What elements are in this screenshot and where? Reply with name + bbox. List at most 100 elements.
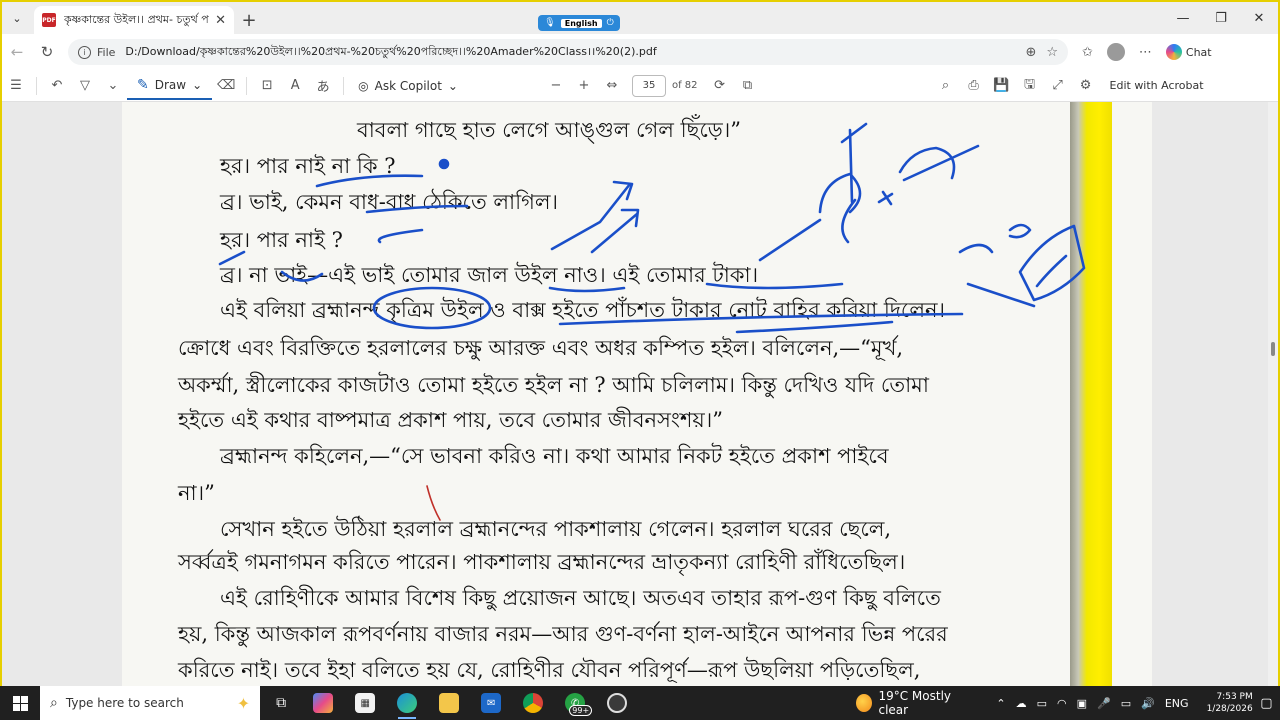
highlight-chevron-icon[interactable]: ⌄ [99,72,127,100]
windows-logo-icon [12,695,28,711]
pdf-page[interactable]: বাবলা গাছে হাত লেগে আঙ্গুল গেল ছিঁড়ে।” … [122,102,1152,688]
taskbar-search[interactable]: ⌕ Type here to search ✦ [40,686,261,720]
ink-stroke [902,144,980,182]
wifi-icon[interactable]: ◠ [1057,697,1067,710]
edit-with-acrobat-button[interactable]: Edit with Acrobat [1110,79,1204,92]
start-button[interactable] [0,686,40,720]
avatar[interactable] [1106,43,1125,61]
draw-pen-icon: ✎ [137,76,149,93]
copilot-app-icon[interactable] [302,686,344,720]
pinned-apps: ⧉ ▦ ✉ ✆ 99+ [260,686,638,720]
zoom-out-icon[interactable]: − [542,72,570,100]
volume-icon[interactable]: 🔊 [1141,697,1155,710]
page-view-icon[interactable]: ⧉ [734,72,762,100]
url-text[interactable]: D:/Download/কৃষ্ণকান্তের%20উইল।।%20প্রথম… [125,43,1025,62]
print-icon[interactable]: ⎙ [960,72,988,100]
pdf-viewer[interactable]: বাবলা গাছে হাত লেগে আঙ্গুল গেল ছিঁড়ে।” … [2,102,1278,688]
tab-close-icon[interactable]: ✕ [215,13,226,28]
ink-stroke [966,282,1036,308]
search-icon[interactable]: ⌕ [932,72,960,100]
new-tab-button[interactable]: + [234,6,264,34]
back-arrow-icon[interactable]: ← [2,37,32,67]
notification-center-icon[interactable]: ▢ [1253,686,1280,720]
favorite-star-icon[interactable]: ☆ [1046,45,1058,60]
store-icon[interactable]: ▦ [344,686,386,720]
book-spine-yellow [1070,102,1112,688]
eraser-icon[interactable]: ⌫ [212,72,240,100]
address-bar: ← ↻ i File D:/Download/কৃষ্ণকান্তের%20উই… [2,34,1278,70]
close-window-icon[interactable]: ✕ [1240,2,1278,34]
read-aloud-icon[interactable]: A [281,72,309,100]
page-number-input[interactable]: 35 [631,74,666,97]
ask-copilot-button[interactable]: ◎ Ask Copilot ⌄ [350,79,466,93]
ink-stroke [1008,223,1032,239]
microphone-icon[interactable]: 🎤 [1097,697,1111,710]
file-explorer-icon[interactable] [428,686,470,720]
rotate-icon[interactable]: ⟳ [706,72,734,100]
zoom-in-icon[interactable]: + [570,72,598,100]
undo-icon[interactable]: ↶ [43,72,71,100]
fit-width-icon[interactable]: ⇔ [598,72,626,100]
refresh-icon[interactable]: ↻ [32,37,62,67]
save-icon[interactable]: 💾 [988,72,1016,100]
url-field[interactable]: i File D:/Download/কৃষ্ণকান্তের%20উইল।।%… [68,39,1068,65]
scrollbar-thumb[interactable] [1271,342,1275,356]
url-scheme: File [97,45,116,59]
sparkle-icon: ✦ [236,693,251,713]
camera-icon[interactable]: ▣ [1077,697,1087,710]
copilot-icon [1165,44,1182,60]
copilot-button[interactable]: Chat [1165,44,1212,60]
obs-recorder-icon[interactable] [596,686,638,720]
pdf-icon: PDF [42,13,56,27]
cloud-icon[interactable]: ☁ [1016,697,1027,710]
minimize-icon[interactable]: — [1164,2,1202,34]
tab-actions-chevron-icon[interactable]: ⌄ [2,3,32,33]
tab-pdf-document[interactable]: PDF কৃষ্ণকান্তের উইল।। প্রথম- চতুর্থ পরি… [34,6,234,34]
highlight-icon[interactable]: ▽ [71,72,99,100]
vertical-scrollbar[interactable] [1268,102,1278,688]
ink-stroke [758,218,822,262]
draw-chevron-icon[interactable]: ⌄ [192,78,202,92]
text-line: ব্র। না ভাই—এই ভাই তোমার জাল উইল নাও। এই… [220,263,759,287]
maximize-icon[interactable]: ❐ [1202,2,1240,34]
edge-browser-icon[interactable] [386,686,428,720]
ink-stroke [848,128,854,204]
mail-icon[interactable]: ✉ [470,686,512,720]
weather-widget[interactable]: 19°C Mostly clear [856,689,974,717]
language-switch[interactable]: 🎙 English ⏻ [538,15,620,31]
favorites-icon[interactable]: ✩ [1082,45,1093,60]
contents-list-icon[interactable]: ☰ [2,72,30,100]
info-icon[interactable]: i [78,45,91,59]
language-indicator[interactable]: ENG [1165,697,1189,710]
ink-stroke [898,146,956,180]
ink-stroke [818,172,862,214]
chrome-icon[interactable] [512,686,554,720]
settings-gear-icon[interactable]: ⚙ [1072,72,1100,100]
search-magnifier-icon: ⌕ [50,695,58,711]
translate-icon[interactable]: あ [309,72,337,100]
more-icon[interactable]: ⋯ [1139,45,1152,60]
ink-arrowhead [612,180,634,201]
text-line: সর্ব্বত্রই গমনাগমন করিতে পারেন। পাকশালায… [178,550,906,574]
window-controls: — ❐ ✕ [1164,2,1278,34]
folder-icon[interactable]: ▭ [1037,697,1047,710]
save-as-icon[interactable]: 🖫 [1016,72,1044,100]
draw-button[interactable]: ✎ Draw ⌄ [127,72,213,100]
ink-arrow [550,182,632,251]
text-line: অকর্ম্মা, স্ত্রীলোকের কাজটাও তোমা হইতে হ… [178,373,929,397]
text-line: এই বলিয়া ব্রহ্মানন্দ কৃত্রিম উইল ও বাক্… [220,298,946,322]
whatsapp-icon[interactable]: ✆ 99+ [554,686,596,720]
weather-sun-icon [856,694,873,712]
ask-copilot-label: Ask Copilot [374,78,442,93]
battery-icon[interactable]: ▭ [1121,697,1131,710]
tab-strip: ⌄ PDF কৃষ্ণকান্তের উইল।। প্রথম- চতুর্থ প… [2,2,1278,34]
tray-chevron-up-icon[interactable]: ⌃ [996,697,1005,710]
add-text-icon[interactable]: ⊡ [253,72,281,100]
text-line: না।” [178,481,215,505]
text-line: এই রোহিণীকে আমার বিশেষ কিছু প্রয়োজন আছে… [220,586,941,610]
zoom-icon[interactable]: ⊕ [1025,45,1036,60]
task-view-icon[interactable]: ⧉ [260,686,302,720]
fullscreen-icon[interactable]: ⤢ [1044,72,1072,100]
text-line: ব্রহ্মানন্দ কহিলেন,—“সে ভাবনা করিও না। ক… [220,444,889,468]
clock[interactable]: 7:53 PM 1/28/2026 [1207,691,1253,715]
